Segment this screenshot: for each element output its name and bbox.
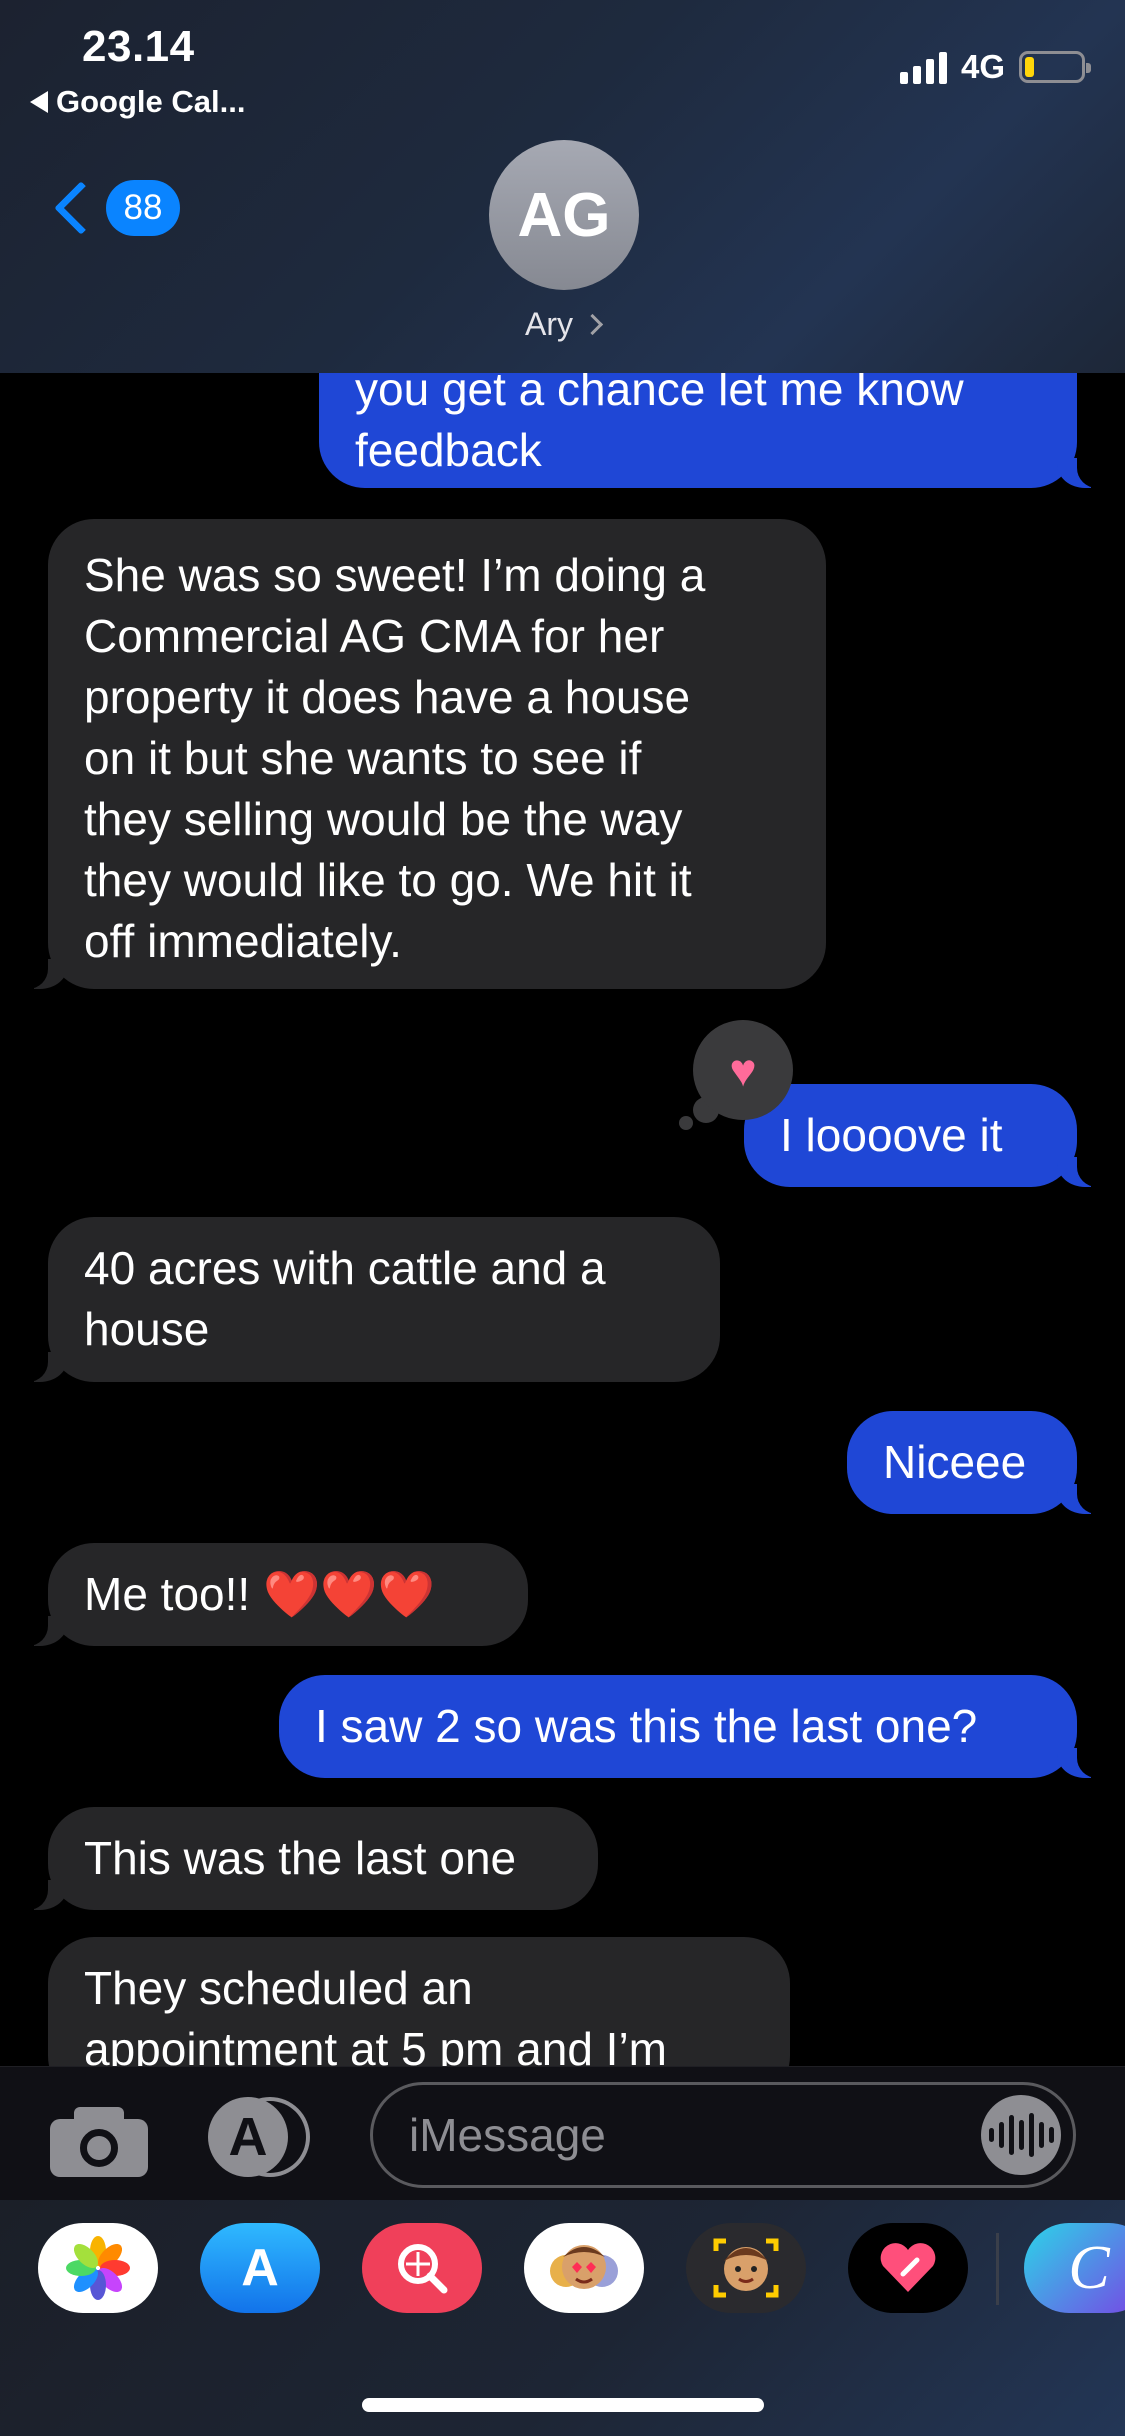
conversation-header: 23.14 Google Cal... 4G 88 AG Ary [0,0,1125,373]
status-time: 23.14 [82,22,195,71]
message-list[interactable]: you get a chance let me know feedback Sh… [0,373,1125,2066]
battery-icon [1019,51,1091,83]
photos-app-icon[interactable] [38,2223,158,2313]
message-bubble-incoming[interactable]: Me too!! ❤️❤️❤️ [20,1543,528,1646]
cellular-signal-icon [899,50,947,84]
message-field[interactable] [370,2082,1076,2188]
app-store-button[interactable]: A [208,2097,312,2177]
contact-avatar[interactable]: AG [489,140,639,290]
unread-count-badge: 88 [106,180,180,236]
app-store-icon: A [208,2097,288,2177]
memoji-stickers-icon[interactable] [524,2223,644,2313]
contact-name: Ary [525,306,573,342]
image-search-icon[interactable] [362,2223,482,2313]
heart-tapback-icon[interactable]: ♥ [693,1020,793,1120]
back-button[interactable]: 88 [48,180,180,236]
message-bubble-incoming[interactable]: This was the last one [20,1807,598,1910]
digital-touch-icon[interactable] [848,2223,968,2313]
message-bubble-outgoing[interactable]: I saw 2 so was this the last one? [279,1675,1105,1778]
audio-message-button[interactable] [981,2095,1061,2175]
message-bubble-outgoing[interactable]: you get a chance let me know feedback [319,373,1105,488]
c-app-icon[interactable]: C [1024,2223,1125,2313]
back-to-app-link[interactable]: Google Cal... [30,84,245,120]
tapback-tail-dot [679,1116,693,1130]
drawer-divider [996,2233,999,2305]
compose-bar: A [0,2066,1125,2200]
home-indicator[interactable] [362,2398,764,2412]
app-store-icon[interactable]: A [200,2223,320,2313]
back-app-label: Google Cal... [56,84,246,119]
message-bubble-outgoing[interactable]: I loooove it [744,1084,1105,1187]
network-type: 4G [960,48,1005,85]
camera-button[interactable] [50,2107,148,2177]
message-bubble-outgoing[interactable]: Niceee [847,1411,1105,1514]
message-bubble-incoming[interactable]: She was so sweet! I’m doing a Commercial… [20,519,826,989]
message-bubble-incoming[interactable]: 40 acres with cattle and a house [20,1217,720,1382]
chevron-right-icon [581,313,604,336]
chevron-left-icon [54,181,108,235]
message-input[interactable] [409,2085,969,2185]
status-indicators: 4G [899,48,1091,86]
message-bubble-incoming[interactable]: They scheduled an appointment at 5 pm an… [48,1937,790,2066]
back-triangle-icon [30,91,48,113]
animoji-icon[interactable] [686,2223,806,2313]
contact-name-button[interactable]: Ary [0,306,1125,343]
